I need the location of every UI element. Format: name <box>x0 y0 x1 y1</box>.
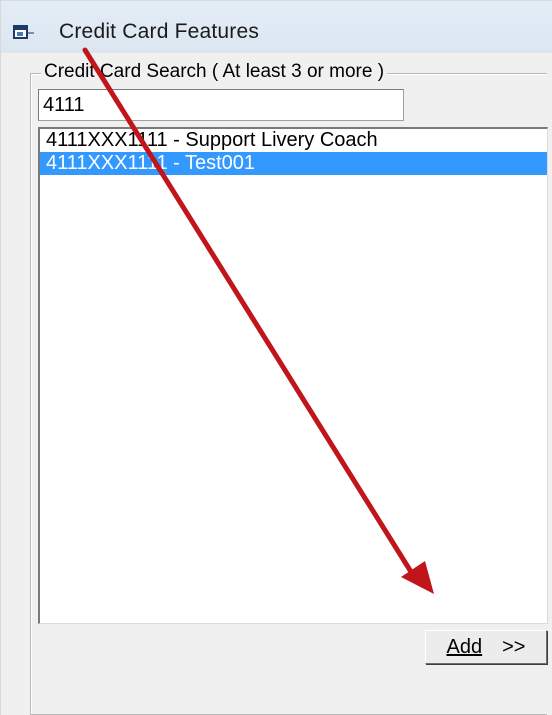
window-app-icon <box>13 25 34 39</box>
credit-card-search-legend: Credit Card Search ( At least 3 or more … <box>41 61 388 83</box>
add-button-chevrons: >> <box>502 635 526 658</box>
list-item[interactable]: 4111XXX1111 - Support Livery Coach <box>40 129 547 152</box>
title-bar: Credit Card Features <box>1 0 552 53</box>
window-title: Credit Card Features <box>59 20 260 43</box>
add-button[interactable]: Add >> <box>425 630 547 664</box>
add-button-label: Add <box>446 635 483 658</box>
credit-card-results-list[interactable]: 4111XXX1111 - Support Livery Coach 4111X… <box>38 127 548 624</box>
credit-card-features-window: Credit Card Features Credit Card Search … <box>0 0 552 715</box>
list-item-selected[interactable]: 4111XXX1111 - Test001 <box>40 152 547 175</box>
credit-card-search-input[interactable] <box>38 89 404 121</box>
